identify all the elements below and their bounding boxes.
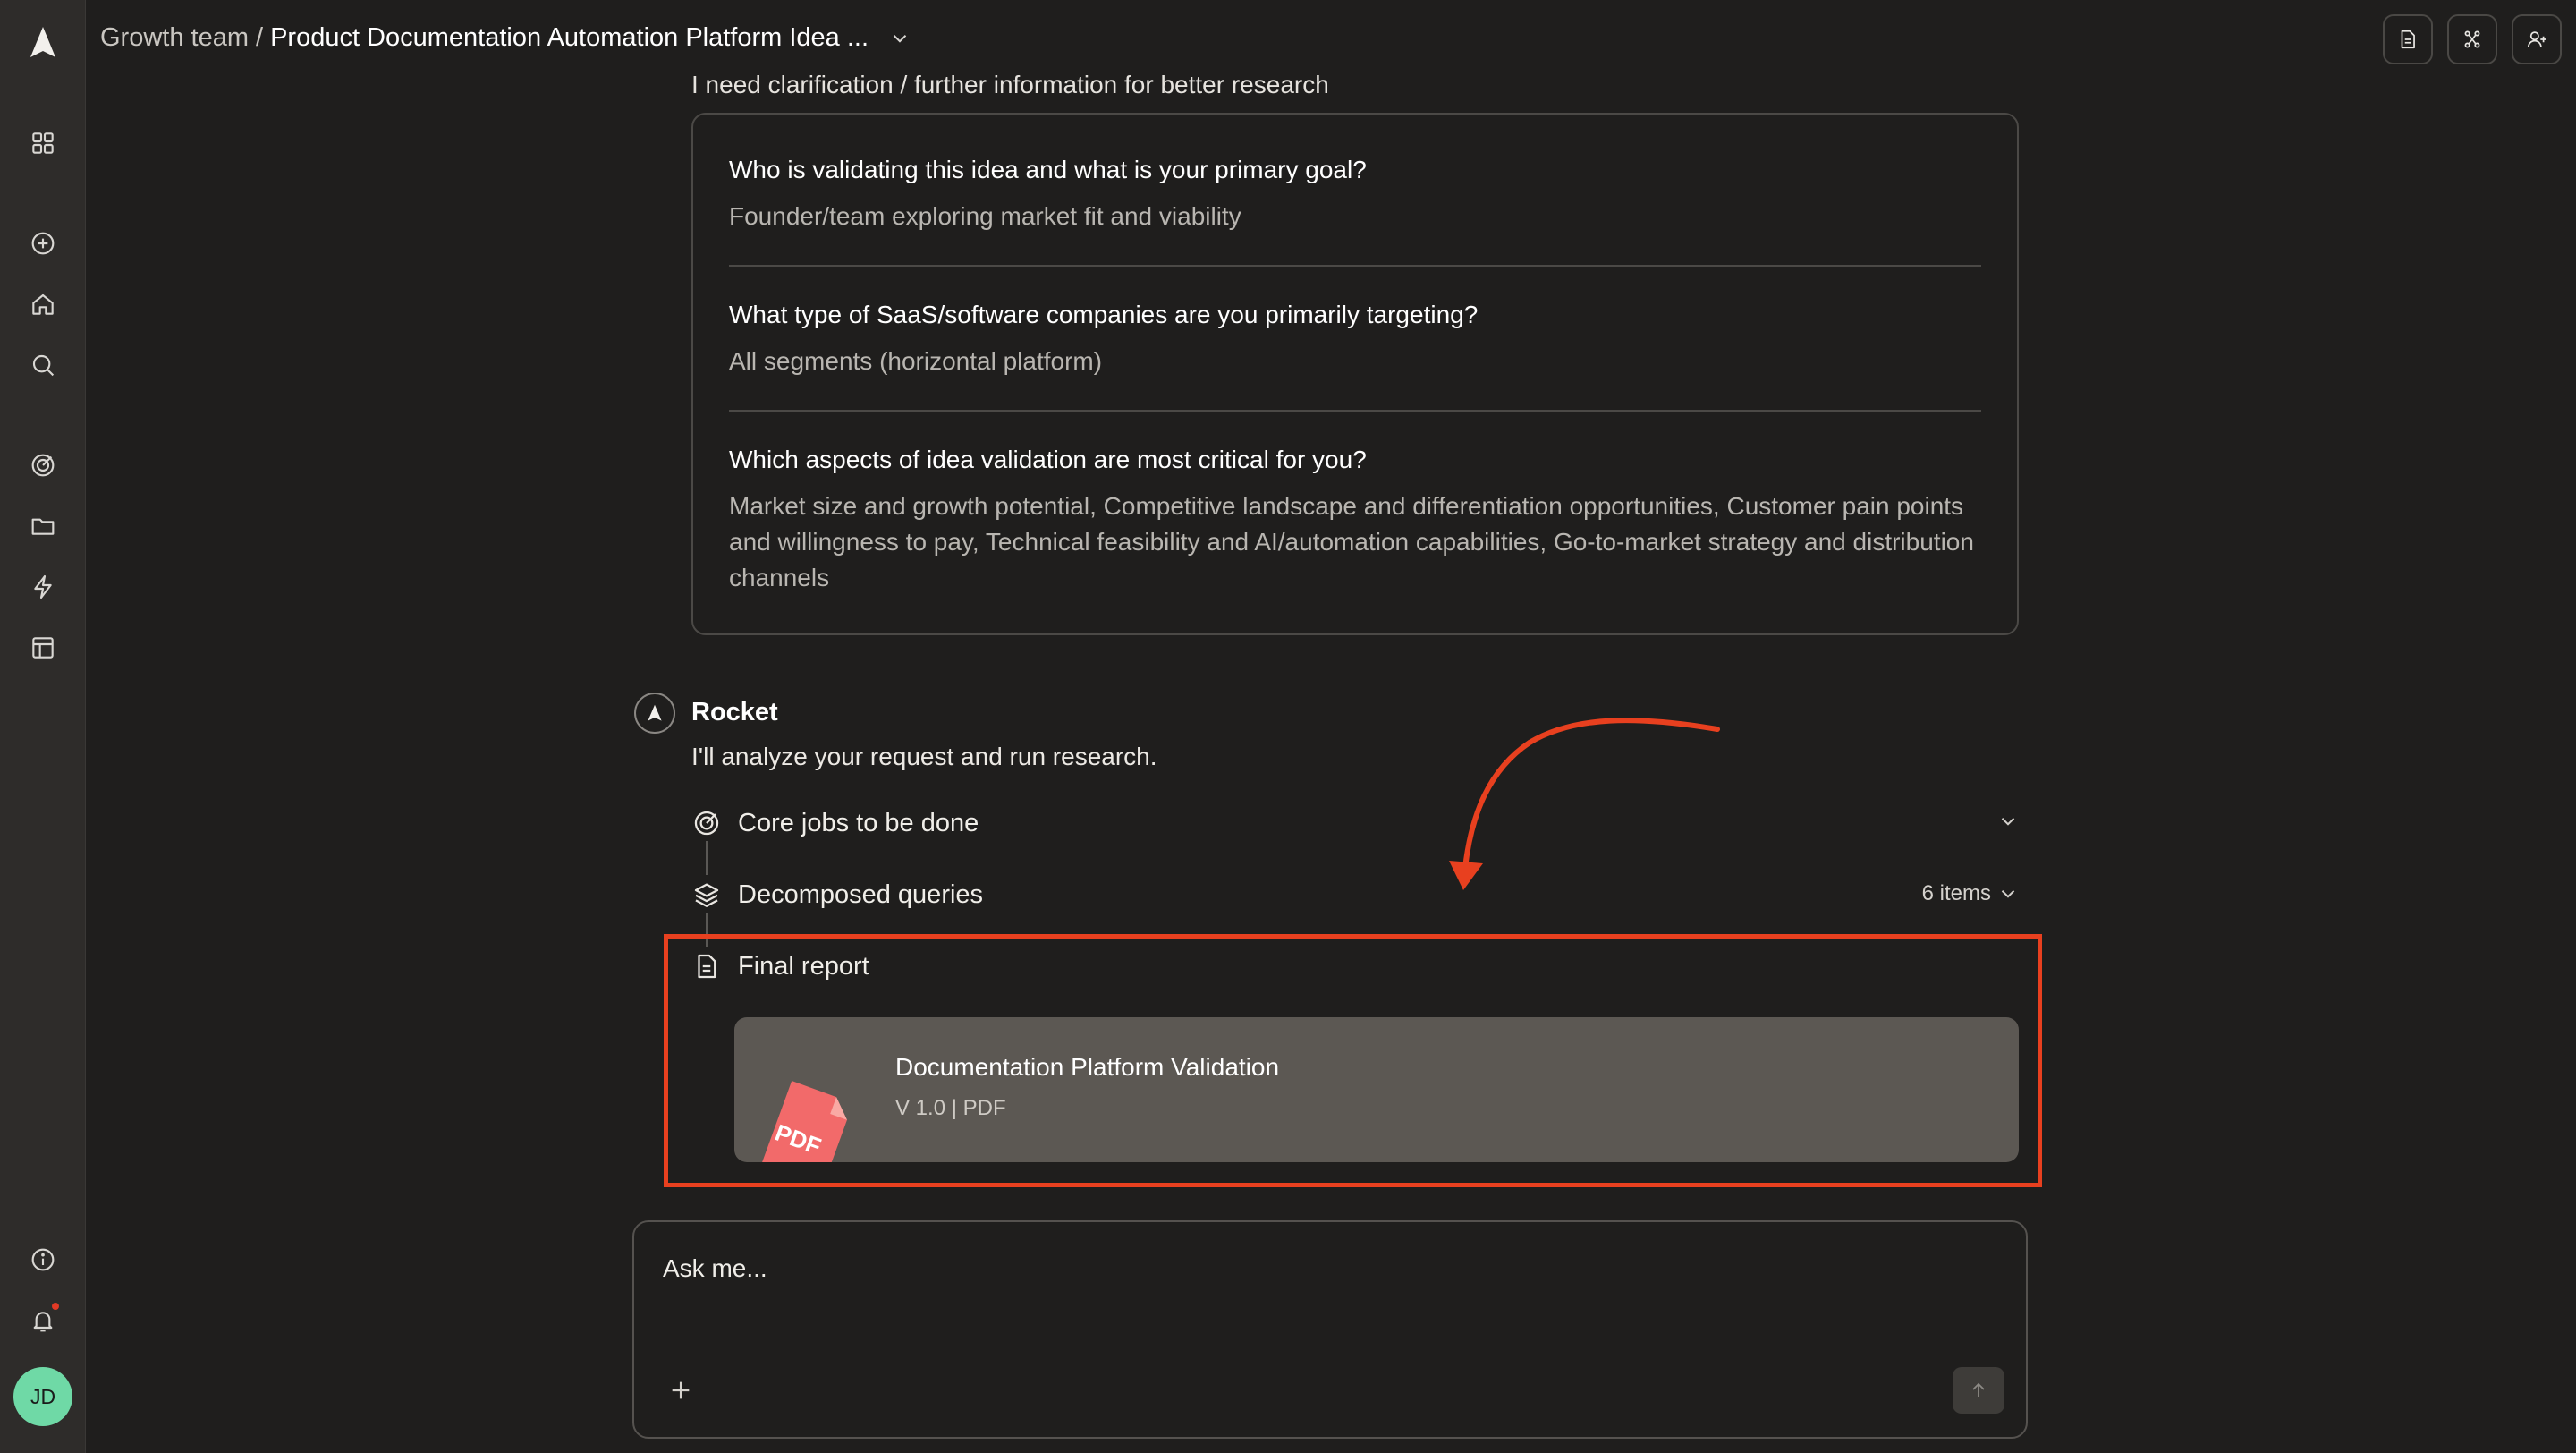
page-title[interactable]: Product Documentation Automation Platfor… (270, 23, 869, 53)
timeline-connector (706, 841, 708, 875)
home-icon[interactable] (21, 283, 64, 326)
top-bar: Growth team / Product Documentation Auto… (86, 0, 2576, 79)
document-icon (2401, 30, 2415, 49)
highlight-box (664, 934, 2042, 1187)
qa-answer: Market size and growth potential, Compet… (729, 492, 1974, 591)
rocket-logo-icon (648, 704, 662, 721)
clarification-card: Who is validating this idea and what is … (691, 113, 2019, 635)
annotation-arrow-icon (1449, 718, 1720, 890)
lightning-icon[interactable] (21, 565, 64, 608)
chevron-down-icon[interactable] (888, 27, 911, 50)
qa-item: Which aspects of idea validation are mos… (729, 442, 1981, 596)
qa-answer: All segments (horizontal platform) (729, 347, 1103, 375)
user-avatar[interactable]: JD (13, 1367, 72, 1426)
breadcrumb-team[interactable]: Growth team (100, 23, 249, 53)
notification-dot (52, 1303, 59, 1310)
arrow-up-icon (1972, 1382, 1985, 1397)
assistant-message: I'll analyze your request and run resear… (691, 743, 1157, 770)
nodes-icon (2464, 30, 2480, 48)
qa-divider (729, 410, 1981, 412)
qa-question: Which aspects of idea validation are mos… (729, 446, 1367, 473)
chat-input[interactable] (663, 1254, 1826, 1283)
info-icon[interactable] (21, 1238, 64, 1281)
step-core-jobs[interactable]: Core jobs to be done (691, 805, 979, 841)
target-icon[interactable] (21, 444, 64, 487)
chevron-down-icon (2001, 890, 2015, 898)
qa-question: Who is validating this idea and what is … (729, 156, 1367, 183)
grid-icon[interactable] (21, 122, 64, 165)
document-button[interactable] (2383, 14, 2433, 64)
plus-circle-icon[interactable] (21, 222, 64, 265)
qa-item: What type of SaaS/software companies are… (729, 297, 1981, 379)
search-icon[interactable] (21, 344, 64, 387)
step-core-jobs-toggle[interactable] (1991, 810, 2020, 833)
target-icon (694, 811, 719, 836)
bell-icon[interactable] (21, 1299, 64, 1342)
breadcrumb-separator: / (256, 23, 264, 52)
step-decomposed-queries-toggle[interactable]: 6 items (1922, 881, 2020, 906)
items-count: 6 items (1921, 881, 1991, 905)
qa-answer: Founder/team exploring market fit and vi… (729, 202, 1241, 230)
add-user-icon (2527, 31, 2546, 47)
step-label: Decomposed queries (738, 879, 984, 909)
qa-divider (729, 265, 1981, 267)
assistant-avatar (634, 693, 675, 734)
layers-icon (694, 883, 719, 907)
step-label: Core jobs to be done (738, 808, 979, 837)
step-decomposed-queries[interactable]: Decomposed queries (691, 877, 983, 913)
folder-icon[interactable] (21, 505, 64, 548)
chevron-down-icon (2001, 818, 2015, 826)
qa-item: Who is validating this idea and what is … (729, 152, 1981, 234)
chat-composer (632, 1220, 2028, 1439)
clarification-heading: I need clarification / further informati… (691, 71, 1329, 95)
sidebar: JD (0, 0, 86, 1453)
breadcrumb[interactable]: Growth team / Product Documentation Auto… (100, 23, 911, 53)
assistant-name: Rocket (691, 698, 778, 726)
send-button[interactable] (1953, 1367, 2004, 1414)
invite-user-button[interactable] (2512, 14, 2562, 64)
workflow-button[interactable] (2447, 14, 2497, 64)
plus-icon[interactable] (666, 1376, 695, 1405)
rocket-logo-icon[interactable] (21, 21, 64, 64)
qa-question: What type of SaaS/software companies are… (729, 301, 1479, 328)
layout-icon[interactable] (21, 626, 64, 669)
